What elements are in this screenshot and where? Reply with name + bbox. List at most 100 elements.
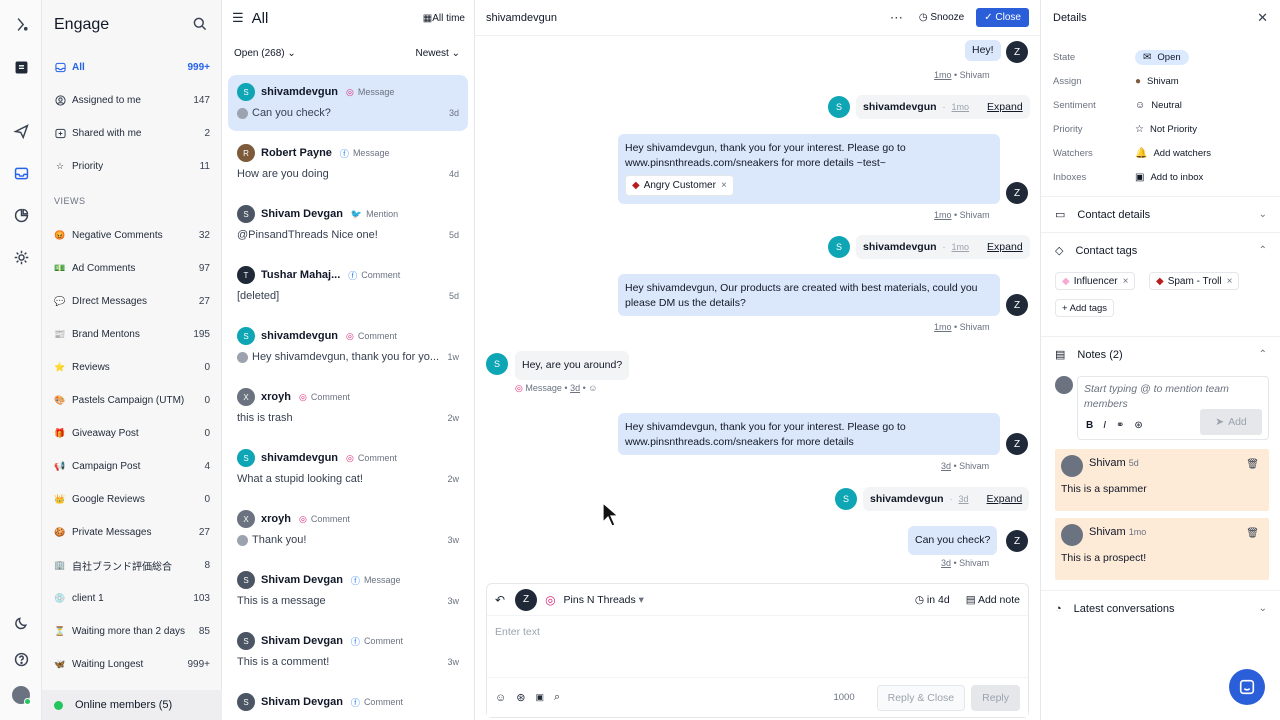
conversation-item[interactable]: Xxroyh ◎ Comment this is trash 2w [228, 380, 468, 436]
assign-select[interactable]: ● Shivam [1135, 76, 1179, 87]
contact-tags-section[interactable]: ◇ Contact tags ⌃ [1041, 232, 1280, 268]
inbox-icon[interactable] [9, 161, 33, 185]
assignment-age[interactable]: 3d [959, 494, 969, 504]
sidebar-item-shared[interactable]: Shared with me 2 [48, 120, 216, 146]
contact-tag[interactable]: ◆ Influencer × [1055, 272, 1136, 290]
italic-icon[interactable]: I [1103, 420, 1106, 431]
reply-icon[interactable]: ↶ [495, 593, 505, 607]
close-icon[interactable]: ✕ [1257, 10, 1268, 26]
add-note-button[interactable]: ▤ Add note [966, 594, 1020, 606]
contact-tag[interactable]: ◆ Spam - Troll × [1149, 272, 1240, 290]
sidebar-view-item[interactable]: ⭐ Reviews 0 [48, 354, 216, 380]
conversation-item[interactable]: Sshivamdevgun ◎ Comment What a stupid looki… [228, 441, 468, 497]
send-icon[interactable] [9, 119, 33, 143]
emoji-icon[interactable]: ⊛ [1134, 420, 1142, 431]
expand-link[interactable]: Expand [987, 101, 1023, 113]
inbox-select[interactable]: ▣ Add to inbox [1135, 172, 1203, 183]
link-icon[interactable]: ⚭ [1116, 420, 1124, 431]
assignment-age[interactable]: 1mo [952, 242, 970, 252]
remove-tag-icon[interactable]: × [1227, 276, 1233, 287]
reply-input[interactable]: Enter text [495, 626, 540, 638]
sort-dropdown[interactable]: Newest ⌄ [415, 48, 460, 59]
expand-link[interactable]: Expand [987, 241, 1023, 253]
conversation-item[interactable]: R Robert Payne ⓕ Message How are you doing 4d [228, 136, 468, 192]
help-icon[interactable] [9, 647, 33, 671]
more-icon[interactable]: ⋯ [890, 10, 903, 26]
sentiment-select[interactable]: ☺ Neutral [1135, 100, 1182, 111]
sidebar-item-all[interactable]: All 999+ [48, 54, 216, 80]
trash-icon[interactable]: 🗑 [1246, 459, 1259, 470]
add-tags-button[interactable]: + Add tags [1055, 299, 1115, 317]
support-chat-button[interactable] [1229, 669, 1265, 705]
conversation-item[interactable]: S Shivam Devgan ⓕ Comment [228, 685, 468, 720]
snooze-button[interactable]: ◷ Snooze [919, 12, 964, 23]
message-tag[interactable]: ◆ Angry Customer × [625, 175, 734, 196]
canned-response-icon[interactable]: ⌕ [554, 691, 560, 704]
sidebar-item-priority[interactable]: ☆ Priority 11 [48, 153, 216, 179]
analytics-icon[interactable] [9, 203, 33, 227]
settings-icon[interactable] [9, 245, 33, 269]
logo-icon[interactable] [9, 12, 33, 36]
latest-conversations-section[interactable]: ◔ Latest conversations ⌄ [1041, 590, 1280, 626]
sidebar-view-item[interactable]: ⏳ Waiting more than 2 days 85 [48, 618, 216, 644]
sidebar-view-item[interactable]: 📰 Brand Mentons 195 [48, 321, 216, 347]
sidebar-view-item[interactable]: 📢 Campaign Post 4 [48, 453, 216, 479]
reply-button[interactable]: Reply [971, 684, 1020, 711]
time-filter[interactable]: ▦All time [423, 13, 465, 24]
message-age[interactable]: 1mo [934, 322, 952, 332]
watchers-select[interactable]: 🔔 Add watchers [1135, 148, 1211, 159]
trash-icon[interactable]: 🗑 [1246, 528, 1259, 539]
sidebar-view-item[interactable]: 🍪 Private Messages 27 [48, 519, 216, 545]
status-filter[interactable]: Open (268) ⌄ [234, 48, 296, 59]
emoji-icon[interactable]: ☺ [495, 692, 506, 704]
remove-tag-icon[interactable]: × [1123, 276, 1129, 287]
notes-section[interactable]: ▤ Notes (2) ⌃ [1041, 336, 1280, 372]
sidebar-view-item[interactable]: 👑 Google Reviews 0 [48, 486, 216, 512]
contact-details-section[interactable]: ▭ Contact details ⌄ [1041, 196, 1280, 232]
sidebar-view-item[interactable]: 💿 client 1 103 [48, 585, 216, 611]
conversation-item[interactable]: Xxroyh ◎ Comment Thank you! 3w [228, 502, 468, 558]
chat-history-icon: ◔ [1055, 602, 1062, 615]
sidebar-view-item[interactable]: 🏢 自社ブランド評価総合 8 [48, 552, 216, 578]
notes-app-icon[interactable] [9, 55, 33, 79]
bold-icon[interactable]: B [1086, 420, 1093, 431]
sidebar-item-assigned[interactable]: Assigned to me 147 [48, 87, 216, 113]
search-icon[interactable] [192, 16, 210, 34]
add-note-submit[interactable]: ➤ Add [1200, 409, 1262, 435]
sidebar-view-item[interactable]: 🎨 Pastels Campaign (UTM) 0 [48, 387, 216, 413]
priority-select[interactable]: ☆ Not Priority [1135, 124, 1197, 135]
account-select[interactable]: Pins N Threads ▾ [564, 594, 644, 606]
message-age[interactable]: 3d [570, 383, 580, 393]
sidebar-view-item[interactable]: 😡 Negative Comments 32 [48, 222, 216, 248]
gif-icon[interactable]: ▣ [535, 692, 544, 703]
assignment-age[interactable]: 1mo [952, 102, 970, 112]
online-members[interactable]: Online members (5) [42, 690, 222, 720]
conversation-item[interactable]: T Tushar Mahaj... ⓕ Comment [deleted] 5d [228, 258, 468, 314]
emoji-react-icon[interactable]: ☺ [588, 383, 597, 393]
conversation-item[interactable]: Sshivamdevgun ◎ Comment Hey shivamdevgun, t… [228, 319, 468, 375]
state-pill[interactable]: ✉ Open [1135, 49, 1189, 65]
sidebar-view-item[interactable]: 🎁 Giveaway Post 0 [48, 420, 216, 446]
sidebar-view-item[interactable]: 💬 DIrect Messages 27 [48, 288, 216, 314]
expand-link[interactable]: Expand [987, 493, 1023, 505]
close-button[interactable]: ✓ Close [976, 8, 1029, 27]
sticker-icon[interactable]: ⊛ [516, 691, 525, 704]
view-emoji-icon: 🍪 [54, 526, 66, 537]
menu-icon[interactable]: ☰ [232, 10, 244, 26]
conversation-item[interactable]: S Shivam Devgan ⓕ Message This is a message 3… [228, 563, 468, 619]
conversation-item[interactable]: S Shivam Devgan 🐦 Mention @PinsandThreads Ni… [228, 197, 468, 253]
user-avatar[interactable] [9, 683, 33, 707]
dark-mode-icon[interactable] [9, 611, 33, 635]
sidebar-view-item[interactable]: 💵 Ad Comments 97 [48, 255, 216, 281]
message-age[interactable]: 1mo [934, 70, 952, 80]
sidebar-view-item[interactable]: 🦋 Waiting Longest 999+ [48, 651, 216, 677]
note-editor[interactable]: Start typing @ to mention team members B… [1077, 376, 1269, 440]
message-age[interactable]: 3d [941, 461, 951, 471]
conversation-item[interactable]: S Shivam Devgan ⓕ Comment This is a comment!… [228, 624, 468, 680]
reply-close-button[interactable]: Reply & Close [876, 684, 966, 711]
remove-tag-icon[interactable]: × [721, 178, 727, 193]
message-age[interactable]: 1mo [934, 210, 952, 220]
conversation-item[interactable]: Sshivamdevgun ◎ Message Can you check? 3d [228, 75, 468, 131]
sidebar-item-label: DIrect Messages [72, 295, 148, 307]
message-age[interactable]: 3d [941, 558, 951, 568]
